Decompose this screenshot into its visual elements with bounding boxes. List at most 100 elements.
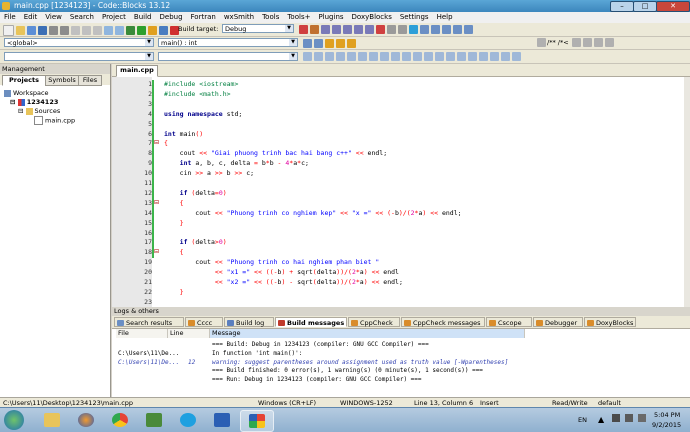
taskbar-app-codeblocks[interactable] [240, 410, 274, 432]
message-text[interactable]: === Build finished: 0 error(s), 1 warnin… [212, 367, 483, 374]
tray-flag-icon[interactable] [612, 414, 620, 422]
tab-main-cpp[interactable]: main.cpp [116, 65, 158, 77]
search-input[interactable]: ▼ [4, 52, 154, 61]
taskbar-app-word[interactable] [206, 410, 238, 430]
menu-wxsmith[interactable]: wxSmith [220, 12, 258, 21]
debug-start-icon[interactable] [299, 25, 308, 34]
menu-search[interactable]: Search [66, 12, 98, 21]
tree-project[interactable]: ⊟ 1234123 [10, 98, 58, 107]
tree-workspace[interactable]: Workspace [4, 89, 49, 98]
doxy-run-icon[interactable] [571, 38, 581, 47]
open-folder-icon[interactable] [16, 26, 25, 35]
jump-back-icon[interactable] [303, 39, 312, 48]
cut-icon[interactable] [71, 26, 80, 35]
log-tab-build-messages[interactable]: Build messages [275, 317, 347, 327]
match-case-icon[interactable] [347, 52, 356, 61]
code-line[interactable]: << "x1 =" << ((-b) + sqrt(delta))/(2*a) … [164, 268, 399, 276]
code-line[interactable]: } [164, 219, 184, 227]
step-into-icon[interactable] [332, 25, 341, 34]
regex-input[interactable]: ▼ [158, 52, 298, 61]
code-line[interactable]: { [164, 139, 168, 147]
paste-icon[interactable] [93, 26, 102, 35]
fold-icon[interactable]: ⊟ [153, 139, 160, 146]
undo-icon[interactable] [49, 26, 58, 35]
tab-symbols[interactable]: Symbols [45, 75, 79, 86]
clock-date[interactable]: 9/2/2015 [652, 421, 681, 429]
misc-tool-icon-5[interactable] [464, 25, 473, 34]
minimize-button[interactable]: – [610, 1, 634, 12]
taskbar-app-skype[interactable] [172, 410, 204, 430]
code-line[interactable]: cout << "Phuong trinh co hai nghiem phan… [164, 258, 379, 266]
jump-forward-icon[interactable] [314, 39, 323, 48]
next-instruction-icon[interactable] [354, 25, 363, 34]
selected-text-icon[interactable] [380, 52, 389, 61]
misc-tool-icon-2[interactable] [431, 25, 440, 34]
prev-bookmark-icon[interactable] [336, 39, 345, 48]
run-to-cursor-icon[interactable] [310, 25, 319, 34]
doxy-comment-block-icon[interactable]: /** [547, 39, 556, 47]
code-line[interactable]: int main() [164, 130, 203, 138]
tool-icon-h[interactable] [490, 52, 499, 61]
next-bookmark-icon[interactable] [347, 39, 356, 48]
log-tab-build-log[interactable]: Build log [224, 317, 274, 327]
message-text[interactable]: warning: suggest parentheses around assi… [212, 359, 508, 366]
step-into-instruction-icon[interactable] [365, 25, 374, 34]
message-text[interactable]: In function 'int main()': [212, 350, 302, 357]
tray-arrow-icon[interactable]: ▲ [598, 415, 604, 424]
save-icon[interactable] [27, 26, 36, 35]
tab-files[interactable]: Files [78, 75, 102, 86]
col-message[interactable]: Message [210, 329, 525, 338]
language-indicator[interactable]: EN [578, 416, 587, 424]
zoom-in-icon[interactable] [303, 52, 312, 61]
find-icon[interactable] [104, 26, 113, 35]
message-file[interactable]: C:\Users\11\De... [118, 350, 179, 357]
save-all-icon[interactable] [38, 26, 47, 35]
build-and-run-icon[interactable] [148, 26, 157, 35]
find-next-icon[interactable] [325, 52, 334, 61]
doxy-line-comment-icon[interactable]: /*< [558, 39, 569, 47]
tool-icon-d[interactable] [446, 52, 455, 61]
menu-tools-plus[interactable]: Tools+ [283, 12, 314, 21]
code-line[interactable]: cout << "Giai phuong trinh bac hai bang … [164, 149, 387, 157]
code-line[interactable]: { [164, 199, 184, 207]
debug-windows-icon[interactable] [387, 25, 396, 34]
build-target-select[interactable]: Debug ▼ [222, 24, 294, 33]
scope-select[interactable]: <global> ▼ [4, 38, 154, 47]
code-line[interactable]: { [164, 248, 184, 256]
col-line[interactable]: Line [168, 329, 210, 338]
clear-search-icon[interactable] [402, 52, 411, 61]
tree-file-main[interactable]: main.cpp [34, 116, 75, 125]
doxy-html-icon[interactable] [582, 38, 592, 47]
tool-icon-i[interactable] [501, 52, 510, 61]
menu-build[interactable]: Build [130, 12, 156, 21]
message-text[interactable]: === Build: Debug in 1234123 (compiler: G… [212, 341, 429, 348]
misc-tool-icon-4[interactable] [453, 25, 462, 34]
col-file[interactable]: File [116, 329, 168, 338]
next-line-icon[interactable] [321, 25, 330, 34]
menu-project[interactable]: Project [98, 12, 130, 21]
fold-icon[interactable]: ⊟ [153, 248, 160, 255]
step-out-icon[interactable] [343, 25, 352, 34]
close-button[interactable]: ✕ [656, 1, 690, 12]
tool-icon-g[interactable] [479, 52, 488, 61]
tool-icon-e[interactable] [457, 52, 466, 61]
new-file-icon[interactable] [3, 25, 14, 36]
zoom-out-icon[interactable] [314, 52, 323, 61]
doxy-chm-icon[interactable] [593, 38, 603, 47]
tool-icon-a[interactable] [413, 52, 422, 61]
fold-icon[interactable]: ⊟ [153, 199, 160, 206]
tray-volume-icon[interactable] [638, 414, 646, 422]
tab-projects[interactable]: Projects [2, 75, 46, 86]
code-line[interactable]: if (delta>0) [164, 238, 227, 246]
menu-fortran[interactable]: Fortran [187, 12, 220, 21]
taskbar-app-firefox[interactable] [70, 410, 102, 430]
rebuild-icon[interactable] [159, 26, 168, 35]
doxy-config-icon[interactable] [604, 38, 614, 47]
misc-tool-icon-3[interactable] [442, 25, 451, 34]
function-select[interactable]: main() : int ▼ [158, 38, 298, 47]
code-line[interactable]: << "x2 =" << ((-b) - sqrt(delta))/(2*a) … [164, 278, 403, 286]
code-line[interactable]: using namespace std; [164, 110, 242, 118]
menu-plugins[interactable]: Plugins [314, 12, 347, 21]
tool-icon-f[interactable] [468, 52, 477, 61]
clock-time[interactable]: 5:04 PM [654, 411, 680, 419]
